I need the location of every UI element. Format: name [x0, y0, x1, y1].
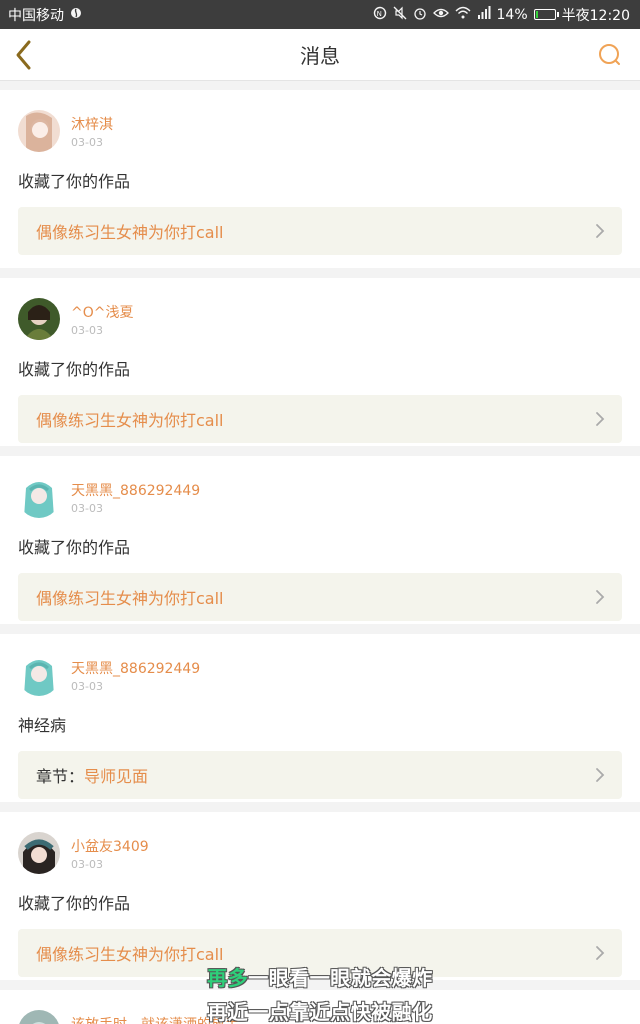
work-title: 偶像练习生女神为你打call [36, 589, 224, 608]
sender-name[interactable]: 天黑黑_886292449 [71, 658, 200, 678]
chevron-right-icon [596, 768, 605, 782]
avatar[interactable] [18, 110, 60, 152]
chevron-right-icon [596, 590, 605, 604]
chevron-right-icon [596, 224, 605, 238]
battery-icon [533, 9, 559, 20]
avatar[interactable] [18, 476, 60, 518]
subtitle-line-2: 再近一点靠近点快被融化 [207, 1000, 433, 1024]
message-text: 收藏了你的作品 [18, 894, 131, 913]
page-title: 消息 [300, 44, 340, 68]
chevron-left-icon [16, 40, 31, 70]
mute-icon [393, 6, 407, 24]
work-title: 偶像练习生女神为你打call [36, 411, 224, 430]
message-date: 03-03 [71, 136, 103, 149]
avatar[interactable] [18, 298, 60, 340]
message-date: 03-03 [71, 858, 103, 871]
work-title: 偶像练习生女神为你打call [36, 223, 224, 242]
message-date: 03-03 [71, 502, 103, 515]
avatar[interactable] [18, 654, 60, 696]
search-button[interactable] [594, 39, 626, 71]
wifi-icon [455, 6, 471, 23]
work-link[interactable]: 偶像练习生女神为你打call [18, 573, 622, 621]
message-date: 03-03 [71, 680, 103, 693]
sender-name[interactable]: 沐梓淇 [71, 114, 113, 134]
message-text: 收藏了你的作品 [18, 538, 131, 557]
list-item[interactable]: 天黑黑_886292449 03-03 收藏了你的作品 偶像练习生女神为你打ca… [0, 446, 640, 624]
subtitle-line-1: 再多一眼看一眼就会爆炸 [207, 966, 433, 990]
status-bar: 中国移动 N 14% 半夜12:20 [0, 0, 640, 29]
message-text: 神经病 [18, 716, 67, 735]
message-date: 03-03 [71, 324, 103, 337]
eye-icon [432, 7, 449, 23]
nav-bar: 消息 [0, 29, 640, 81]
message-list: 沐梓淇 03-03 收藏了你的作品 偶像练习生女神为你打call ^O^浅夏 0… [0, 90, 640, 1024]
battery-percent: 14% [496, 6, 528, 23]
chapter-link[interactable]: 章节： 导师见面 [18, 751, 622, 799]
battery-fill [535, 11, 539, 18]
chapter-title: 导师见面 [84, 767, 149, 786]
sender-name[interactable]: 小盆友3409 [71, 836, 149, 856]
sender-name[interactable]: ^O^浅夏 [71, 302, 133, 322]
chevron-right-icon [596, 946, 605, 960]
list-item[interactable]: 沐梓淇 03-03 收藏了你的作品 偶像练习生女神为你打call [0, 90, 640, 268]
svg-text:N: N [376, 10, 381, 18]
chapter-prefix: 章节： [36, 767, 85, 786]
back-button[interactable] [8, 37, 40, 73]
list-item[interactable]: 天黑黑_886292449 03-03 神经病 章节： 导师见面 [0, 624, 640, 802]
list-item[interactable]: 小盆友3409 03-03 收藏了你的作品 偶像练习生女神为你打call [0, 802, 640, 980]
nfc-icon: N [373, 6, 387, 24]
work-link[interactable]: 偶像练习生女神为你打call [18, 207, 622, 255]
fire-icon [70, 7, 82, 23]
message-text: 收藏了你的作品 [18, 360, 131, 379]
avatar[interactable] [18, 832, 60, 874]
work-link[interactable]: 偶像练习生女神为你打call [18, 395, 622, 443]
sender-name[interactable]: 天黑黑_886292449 [71, 480, 200, 500]
signal-icon [477, 6, 491, 23]
search-icon [599, 44, 620, 65]
message-text: 收藏了你的作品 [18, 172, 131, 191]
alarm-icon [413, 6, 427, 24]
carrier-label: 中国移动 [8, 7, 64, 24]
chevron-right-icon [596, 412, 605, 426]
clock: 半夜12:20 [561, 7, 630, 24]
list-item[interactable]: ^O^浅夏 03-03 收藏了你的作品 偶像练习生女神为你打call [0, 268, 640, 446]
